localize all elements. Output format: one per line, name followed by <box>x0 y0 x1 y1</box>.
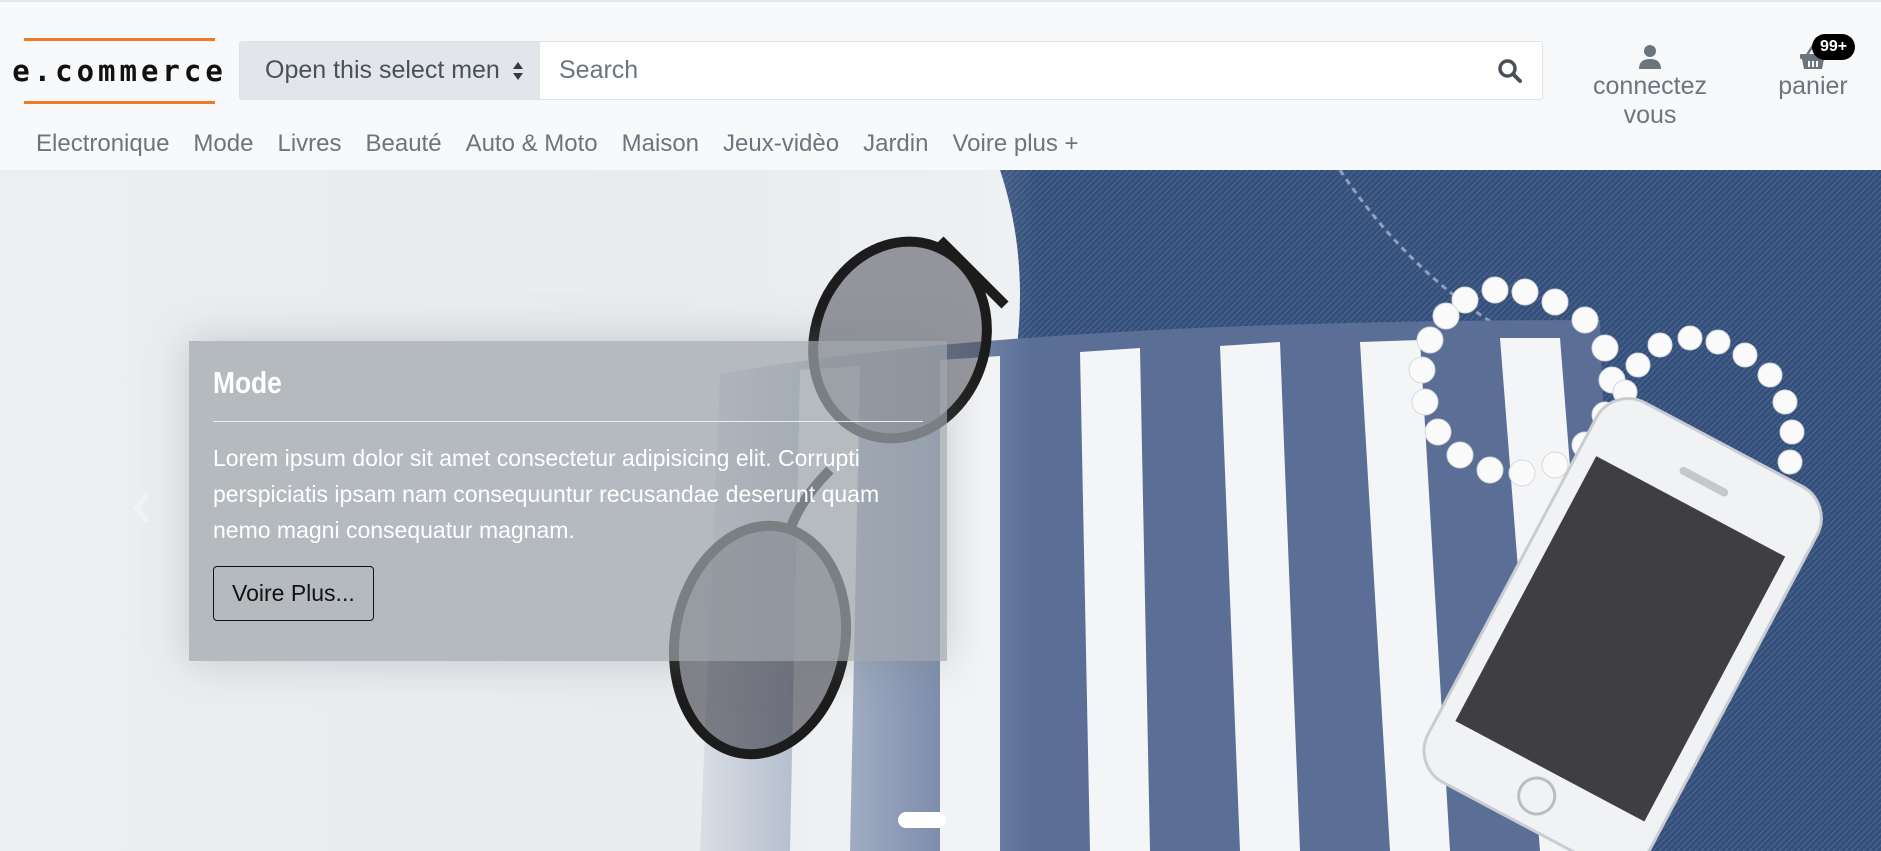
category-select-value: Open this select menu <box>265 56 500 84</box>
nav-item-maison[interactable]: Maison <box>610 128 711 160</box>
hero-caption: Mode Lorem ipsum dolor sit amet consecte… <box>189 341 947 661</box>
hero-carousel: Mode Lorem ipsum dolor sit amet consecte… <box>0 170 1881 851</box>
nav-item-jardin[interactable]: Jardin <box>851 128 940 160</box>
nav-item-electronique[interactable]: Electronique <box>24 128 181 160</box>
chevron-left-icon <box>132 492 150 524</box>
sort-caret-icon <box>513 62 523 80</box>
carousel-prev-button[interactable] <box>128 488 156 528</box>
carousel-indicator-active[interactable] <box>898 812 946 828</box>
category-nav: Electronique Mode Livres Beauté Auto & M… <box>24 128 1091 160</box>
hero-caption-divider <box>213 421 923 422</box>
user-icon <box>1639 45 1661 69</box>
search-bar: Open this select menu <box>239 41 1543 100</box>
brand-logo-text: e.commerce <box>12 54 227 88</box>
search-input[interactable] <box>540 42 1478 99</box>
account-label: connectez vous <box>1593 72 1707 129</box>
nav-item-mode[interactable]: Mode <box>181 128 265 160</box>
nav-item-jeux-video[interactable]: Jeux-vidèo <box>711 128 851 160</box>
brand-logo[interactable]: e.commerce <box>12 38 223 104</box>
nav-item-auto-moto[interactable]: Auto & Moto <box>454 128 610 160</box>
account-link[interactable]: connectez vous <box>1565 44 1735 130</box>
nav-item-voire-plus[interactable]: Voire plus + <box>940 128 1090 160</box>
cart-label: panier <box>1778 72 1848 100</box>
hero-caption-title: Mode <box>213 365 282 400</box>
cart-count-badge: 99+ <box>1812 34 1856 60</box>
category-select[interactable]: Open this select menu <box>240 42 540 99</box>
nav-item-livres[interactable]: Livres <box>265 128 353 160</box>
search-icon <box>1498 58 1522 83</box>
hero-caption-text: Lorem ipsum dolor sit amet consectetur a… <box>213 445 880 543</box>
voire-plus-button[interactable]: Voire Plus... <box>213 566 374 621</box>
search-button[interactable] <box>1478 42 1542 99</box>
header: e.commerce Open this select menu connect… <box>0 0 1881 170</box>
nav-item-beaute[interactable]: Beauté <box>354 128 454 160</box>
cart-link[interactable]: panier 99+ <box>1775 34 1856 101</box>
